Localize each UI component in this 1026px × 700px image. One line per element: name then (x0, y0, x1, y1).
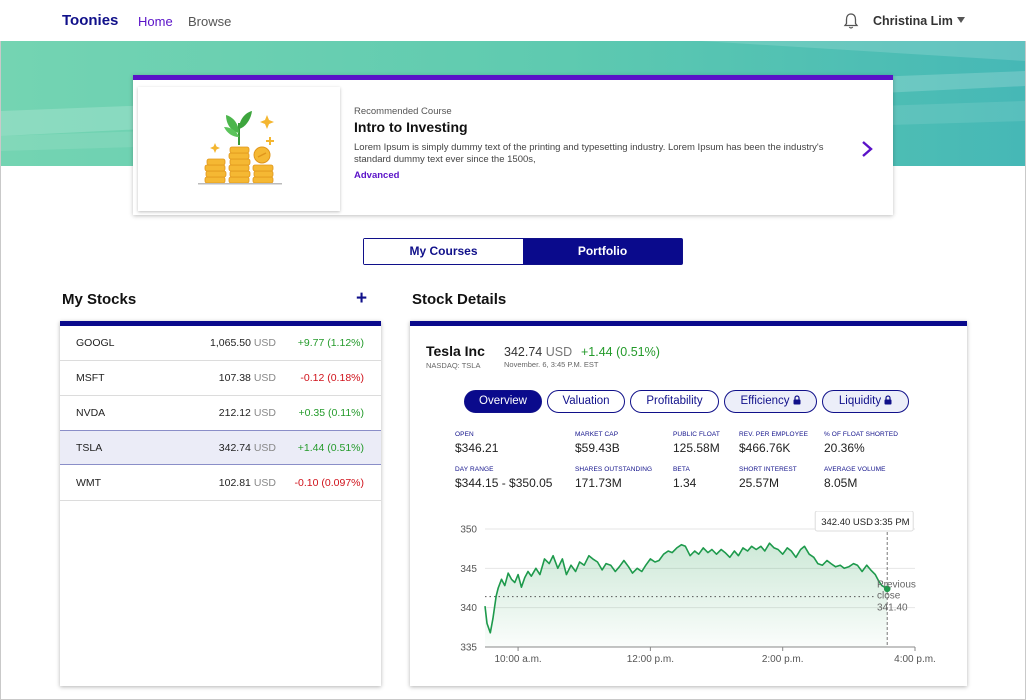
course-kicker: Recommended Course (354, 106, 452, 117)
caret-down-icon[interactable] (957, 17, 965, 23)
recommended-course-card[interactable]: Recommended Course Intro to Investing Lo… (133, 75, 893, 215)
stock-price: 107.38 USD (218, 372, 276, 384)
stat-short-interest-label: SHORT INTEREST (739, 466, 797, 473)
tab-profitability[interactable]: Profitability (630, 390, 719, 413)
stat-shares-outstanding-value: 171.73M (575, 476, 622, 490)
y-tick-label: 335 (460, 643, 477, 654)
stock-price: 342.74 USD (218, 442, 276, 454)
stat-beta-value: 1.34 (673, 476, 697, 490)
stock-change: -0.12 (0.18%) (300, 372, 364, 384)
stock-change: +0.35 (0.11%) (298, 407, 364, 419)
stock-symbol: TSLA (76, 442, 103, 454)
previous-close-value: 341.40 (877, 603, 908, 614)
stock-row-wmt[interactable]: WMT 102.81 USD -0.10 (0.097%) (60, 466, 381, 501)
tooltip-time: 3:35 PM (874, 517, 909, 528)
tab-valuation[interactable]: Valuation (547, 390, 625, 413)
x-tick-label: 4:00 p.m. (894, 654, 936, 665)
exchange-ticker: NASDAQ: TSLA (426, 361, 481, 370)
lock-icon (793, 395, 800, 405)
stock-symbol: MSFT (76, 372, 105, 384)
y-tick-label: 350 (460, 525, 477, 536)
stat-open-value: $346.21 (455, 441, 499, 455)
stock-change: +1.44 (0.51%) (297, 442, 364, 454)
stock-symbol: NVDA (76, 407, 106, 419)
stat-public-float-value: 125.58M (673, 441, 720, 455)
price-change: +1.44 (0.51%) (581, 345, 660, 359)
stat-average-volume-label: AVERAGE VOLUME (824, 466, 886, 473)
stat-day-range-value: $344.15 - $350.05 (455, 476, 553, 490)
stock-price: 1,065.50 USD (210, 337, 276, 349)
price-timestamp: November. 6, 3:45 P.M. EST (504, 360, 599, 369)
view-toggle: My Courses Portfolio (363, 238, 683, 265)
previous-close-label: close (877, 591, 901, 602)
coins-plant-illustration (198, 111, 282, 185)
stock-row-googl[interactable]: GOOGL 1,065.50 USD +9.77 (1.12%) (60, 326, 381, 361)
stock-price: 212.12 USD (218, 407, 276, 419)
stat-shares-outstanding-label: SHARES OUTSTANDING (575, 466, 653, 473)
course-title[interactable]: Intro to Investing (354, 119, 468, 135)
stat-rev-per-employee-value: $466.76K (739, 441, 791, 455)
y-tick-label: 340 (460, 603, 477, 614)
stat-public-float-label: PUBLIC FLOAT (673, 431, 720, 438)
my-courses-toggle[interactable]: My Courses (364, 239, 523, 264)
stat-average-volume-value: 8.05M (824, 476, 858, 490)
my-stocks-list: GOOGL 1,065.50 USD +9.77 (1.12%) MSFT 10… (60, 321, 381, 686)
y-tick-label: 345 (460, 564, 477, 575)
stat-market-cap-value: $59.43B (575, 441, 620, 455)
tab-overview[interactable]: Overview (464, 390, 542, 413)
stat-day-range-label: DAY RANGE (455, 466, 494, 473)
stat-rev-per-employee-label: REV. PER EMPLOYEE (739, 431, 809, 438)
bell-icon[interactable] (843, 12, 859, 30)
add-stock-button[interactable]: + (356, 289, 367, 309)
stock-details-card: Tesla Inc NASDAQ: TSLA 342.74 USD +1.44 … (410, 321, 967, 686)
chevron-right-icon[interactable] (860, 140, 874, 158)
course-description: Lorem Ipsum is simply dummy text of the … (354, 142, 824, 165)
course-level-badge: Advanced (354, 170, 400, 181)
intraday-price-chart[interactable]: 335 340 345 350 10:00 a.m. 12:00 p.m. 2:00 p.m… (440, 511, 950, 671)
user-name[interactable]: Christina Lim (873, 14, 953, 28)
stock-change: -0.10 (0.097%) (294, 477, 364, 489)
stock-price: 102.81 USD (218, 477, 276, 489)
nav-home-link[interactable]: Home (138, 14, 173, 29)
stat-market-cap-label: MARKET CAP (575, 431, 619, 438)
company-name: Tesla Inc (426, 343, 485, 359)
x-tick-label: 10:00 a.m. (494, 654, 541, 665)
lock-icon (884, 395, 892, 405)
stock-details-heading: Stock Details (412, 291, 507, 308)
stock-change: +9.77 (1.12%) (297, 337, 364, 349)
tooltip-price: 342.40 USD (821, 517, 873, 528)
stock-row-tsla[interactable]: TSLA 342.74 USD +1.44 (0.51%) (60, 430, 381, 465)
brand-logo[interactable]: Toonies (62, 12, 118, 29)
stat-beta-label: BETA (673, 466, 690, 473)
stat-float-shorted-value: 20.36% (824, 441, 865, 455)
top-navigation: Toonies Home Browse Christina Lim (0, 0, 1026, 41)
current-price: 342.74 USD (504, 345, 573, 359)
stat-float-shorted-label: % OF FLOAT SHORTED (824, 431, 899, 438)
stock-symbol: WMT (76, 477, 102, 489)
course-thumbnail (138, 87, 340, 211)
stat-short-interest-value: 25.57M (739, 476, 780, 490)
stat-open-label: OPEN (455, 431, 474, 438)
nav-browse-link[interactable]: Browse (188, 14, 231, 29)
x-tick-label: 2:00 p.m. (762, 654, 804, 665)
x-tick-label: 12:00 p.m. (627, 654, 674, 665)
my-stocks-heading: My Stocks (62, 291, 137, 308)
tab-liquidity[interactable]: Liquidity (822, 390, 909, 413)
tab-efficiency[interactable]: Efficiency (724, 390, 817, 413)
stock-symbol: GOOGL (76, 337, 115, 349)
portfolio-toggle[interactable]: Portfolio (523, 239, 682, 264)
stock-row-nvda[interactable]: NVDA 212.12 USD +0.35 (0.11%) (60, 396, 381, 431)
stock-row-msft[interactable]: MSFT 107.38 USD -0.12 (0.18%) (60, 361, 381, 396)
previous-close-label: Previous (877, 580, 916, 591)
